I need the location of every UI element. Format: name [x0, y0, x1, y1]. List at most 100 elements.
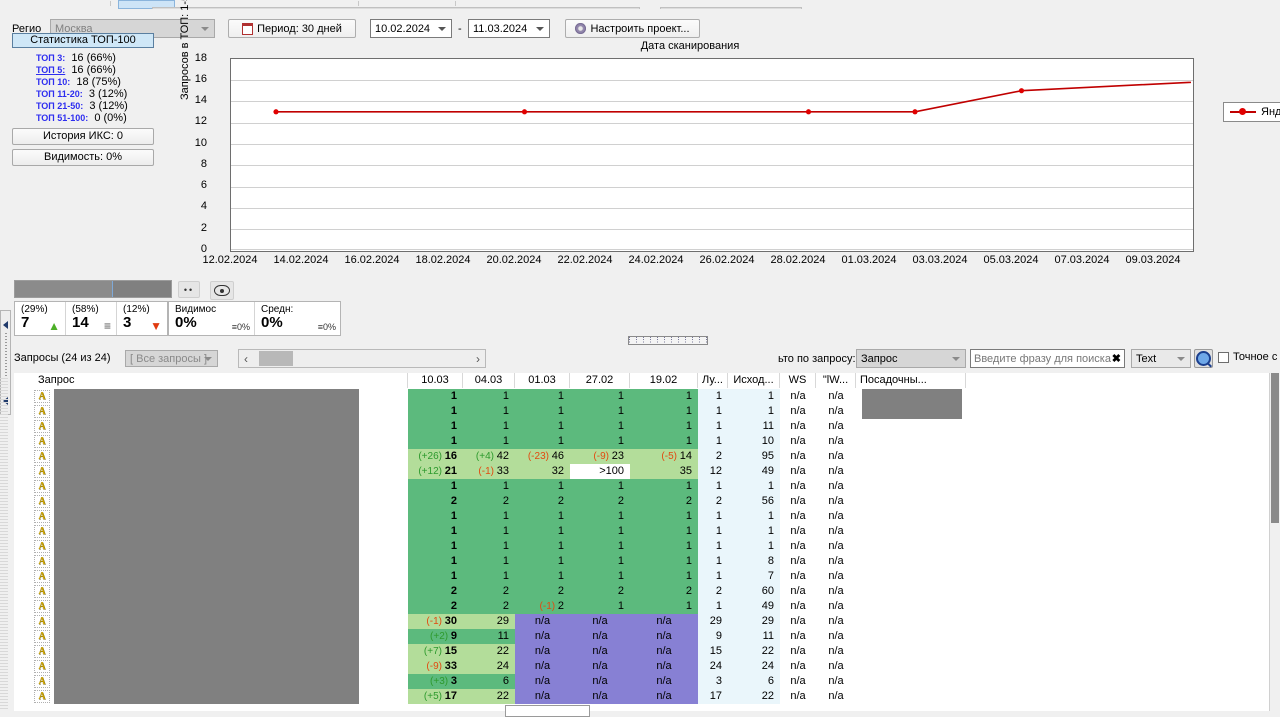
query-icon[interactable]: A	[34, 465, 50, 478]
query-icon[interactable]: A	[34, 555, 50, 568]
table-scroll-thumb[interactable]	[1271, 373, 1279, 523]
rank-cell[interactable]: 2	[408, 599, 463, 614]
rank-cell[interactable]: 6	[463, 674, 515, 689]
query-icon[interactable]: A	[34, 660, 50, 673]
initial-position-cell[interactable]: 11	[728, 419, 780, 434]
table-row[interactable]: A 1 1 1 1 1 1 1 n/a n/a	[14, 479, 1280, 494]
best-position-cell[interactable]: 2	[698, 449, 728, 464]
rank-cell[interactable]: 2	[463, 494, 515, 509]
query-icon[interactable]: A	[34, 525, 50, 538]
ws-cell[interactable]: n/a	[780, 599, 816, 614]
query-icon[interactable]: A	[34, 570, 50, 583]
initial-position-cell[interactable]: 6	[728, 674, 780, 689]
panel-splitter-handle[interactable]: ▴⋮⋮⋮⋮⋮⋮⋮⋮⋮⋮⋮⋮▴	[628, 336, 708, 345]
rank-cell[interactable]: 1	[630, 524, 698, 539]
rank-cell[interactable]: 22	[463, 644, 515, 659]
rank-cell[interactable]: (-5) 14	[630, 449, 698, 464]
ws-cell[interactable]: n/a	[780, 509, 816, 524]
wws-cell[interactable]: n/a	[816, 389, 856, 404]
query-text-cell[interactable]	[54, 509, 359, 524]
query-text-cell[interactable]	[54, 494, 359, 509]
table-row[interactable]: A 1 1 1 1 1 1 11 n/a n/a	[14, 419, 1280, 434]
pager-prev-icon[interactable]: ‹	[244, 352, 248, 366]
landing-page-cell[interactable]	[862, 404, 962, 419]
rank-cell[interactable]: n/a	[515, 674, 570, 689]
rank-cell[interactable]: 1	[630, 554, 698, 569]
search-scope-combo[interactable]: Запрос	[856, 349, 966, 368]
rank-cell[interactable]: 1	[463, 569, 515, 584]
wws-cell[interactable]: n/a	[816, 524, 856, 539]
initial-position-cell[interactable]: 10	[728, 434, 780, 449]
rank-cell[interactable]: 1	[408, 524, 463, 539]
rank-cell[interactable]: n/a	[570, 659, 630, 674]
rank-cell[interactable]: 24	[463, 659, 515, 674]
query-text-cell[interactable]	[54, 464, 359, 479]
wws-cell[interactable]: n/a	[816, 614, 856, 629]
column-header[interactable]: 10.03	[408, 373, 463, 388]
best-position-cell[interactable]: 1	[698, 389, 728, 404]
table-vertical-scrollbar[interactable]	[1269, 373, 1280, 711]
column-header[interactable]: 01.03	[515, 373, 570, 388]
rank-cell[interactable]: 1	[570, 554, 630, 569]
rank-cell[interactable]: >100	[570, 464, 630, 479]
query-icon[interactable]: A	[34, 585, 50, 598]
best-position-cell[interactable]: 1	[698, 524, 728, 539]
query-icon[interactable]: A	[34, 540, 50, 553]
wws-cell[interactable]: n/a	[816, 689, 856, 704]
rank-cell[interactable]: 1	[408, 509, 463, 524]
table-row[interactable]: A (+12) 21 (-1) 33 32 >100 35 12 49 n/a n/a	[14, 464, 1280, 479]
wws-cell[interactable]: n/a	[816, 554, 856, 569]
run-search-button[interactable]	[1194, 349, 1213, 368]
rank-cell[interactable]: 1	[630, 404, 698, 419]
initial-position-cell[interactable]: 7	[728, 569, 780, 584]
rank-cell[interactable]: 1	[630, 434, 698, 449]
rank-cell[interactable]: 1	[630, 479, 698, 494]
rank-cell[interactable]: 1	[408, 569, 463, 584]
rank-cell[interactable]: n/a	[515, 689, 570, 704]
wws-cell[interactable]: n/a	[816, 644, 856, 659]
rank-cell[interactable]: 1	[515, 419, 570, 434]
query-text-cell[interactable]	[54, 644, 359, 659]
wws-cell[interactable]: n/a	[816, 659, 856, 674]
rank-cell[interactable]: 1	[463, 524, 515, 539]
clear-search-icon[interactable]: ✖	[1112, 352, 1121, 365]
query-text-cell[interactable]	[54, 524, 359, 539]
search-input[interactable]: Введите фразу для поиска ✖	[970, 349, 1125, 368]
table-row[interactable]: A 1 1 1 1 1 1 8 n/a n/a	[14, 554, 1280, 569]
kpi-down[interactable]: (12%) 3 ▼	[117, 302, 167, 335]
query-icon[interactable]: A	[34, 435, 50, 448]
query-pager[interactable]: ‹ ›	[238, 349, 486, 368]
rank-cell[interactable]: n/a	[515, 644, 570, 659]
rank-cell[interactable]: 1	[408, 539, 463, 554]
rank-cell[interactable]: 1	[570, 434, 630, 449]
initial-position-cell[interactable]: 1	[728, 479, 780, 494]
wws-cell[interactable]: n/a	[816, 494, 856, 509]
period-button[interactable]: Период: 30 дней	[228, 19, 356, 38]
column-header[interactable]: 27.02	[570, 373, 630, 388]
rank-cell[interactable]: n/a	[630, 614, 698, 629]
kpi-same[interactable]: (58%) 14 ≡	[66, 302, 117, 335]
initial-position-cell[interactable]: 49	[728, 464, 780, 479]
table-row[interactable]: A 2 2 (-1) 2 1 1 1 49 n/a n/a	[14, 599, 1280, 614]
ws-cell[interactable]: n/a	[780, 584, 816, 599]
initial-position-cell[interactable]: 8	[728, 554, 780, 569]
checkbox-icon[interactable]	[1218, 351, 1229, 363]
rank-cell[interactable]: 2	[570, 584, 630, 599]
rank-cell[interactable]: (+12) 21	[408, 464, 463, 479]
rank-cell[interactable]: 1	[515, 539, 570, 554]
rank-cell[interactable]: (-1) 30	[408, 614, 463, 629]
wws-cell[interactable]: n/a	[816, 539, 856, 554]
best-position-cell[interactable]: 24	[698, 659, 728, 674]
table-row[interactable]: A 1 1 1 1 1 1 1 n/a n/a	[14, 389, 1280, 404]
rank-cell[interactable]: 1	[515, 569, 570, 584]
initial-position-cell[interactable]: 95	[728, 449, 780, 464]
ws-cell[interactable]: n/a	[780, 554, 816, 569]
table-row[interactable]: A 1 1 1 1 1 1 10 n/a n/a	[14, 434, 1280, 449]
column-header[interactable]: Исход...	[728, 373, 780, 388]
query-text-cell[interactable]	[54, 434, 359, 449]
initial-position-cell[interactable]: 11	[728, 629, 780, 644]
query-icon[interactable]: A	[34, 615, 50, 628]
query-icon[interactable]: A	[34, 645, 50, 658]
rank-cell[interactable]: 1	[408, 404, 463, 419]
best-position-cell[interactable]: 1	[698, 434, 728, 449]
